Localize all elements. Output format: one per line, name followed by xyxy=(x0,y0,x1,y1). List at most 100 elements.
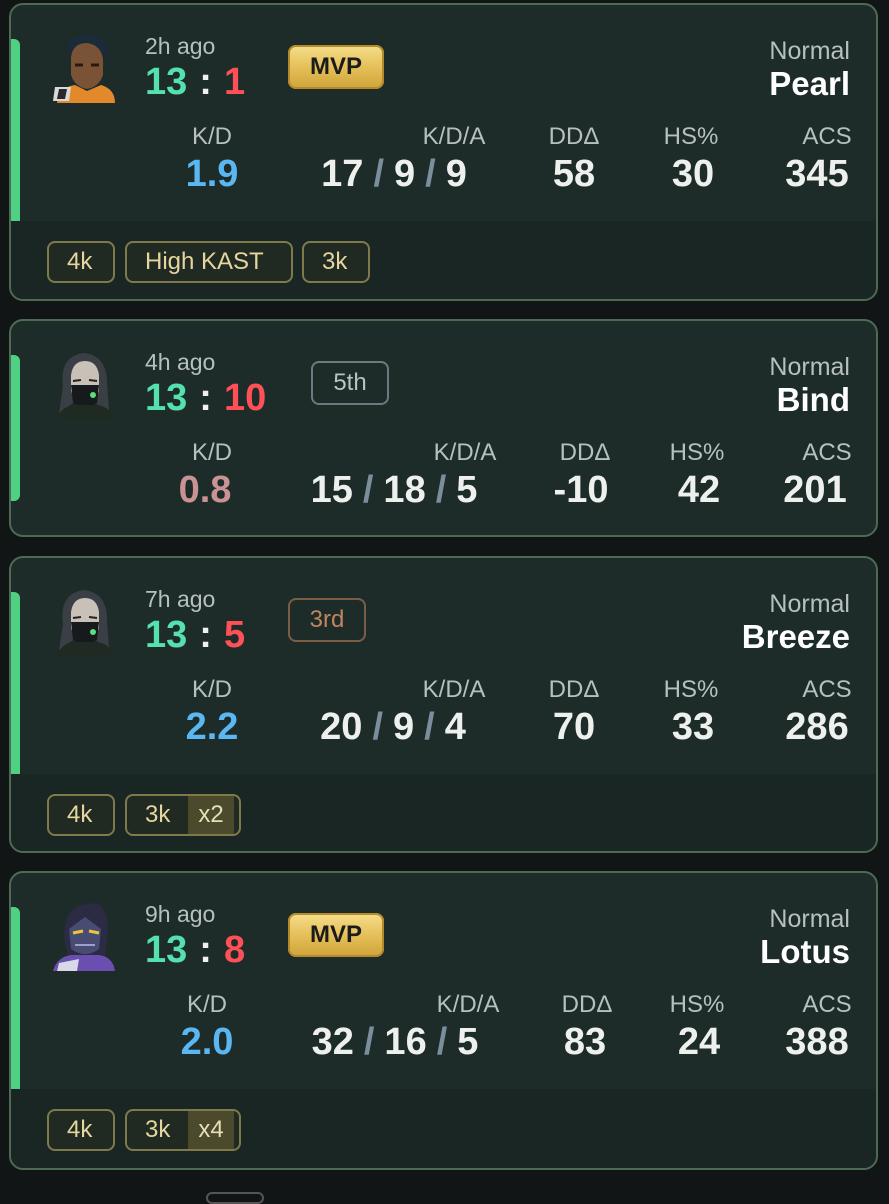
match-card[interactable]: 4h ago 13:10 5th Normal Bind K/D K/D/A D… xyxy=(9,319,878,537)
agent-portrait-icon xyxy=(57,590,113,656)
score-separator: : xyxy=(199,61,212,103)
acs-value: 345 xyxy=(785,153,849,195)
agent-avatar xyxy=(49,347,119,419)
tag-badge: 4k xyxy=(47,794,115,836)
match-time-ago: 4h ago xyxy=(145,349,216,375)
map-name: Bind xyxy=(776,381,850,418)
score-team: 13 xyxy=(145,614,188,656)
hs-label: HS% xyxy=(663,676,719,703)
tag-label: 4k xyxy=(67,248,93,275)
match-time-ago: 2h ago xyxy=(145,33,216,59)
kills: 32 xyxy=(311,1021,354,1063)
kd-label: K/D xyxy=(191,676,233,703)
tag-label: 4k xyxy=(67,1116,93,1143)
dd-label: DDΔ xyxy=(548,676,600,703)
hs-label: HS% xyxy=(669,991,725,1018)
tag-badge: 4k xyxy=(47,241,115,283)
map-name: Pearl xyxy=(769,65,850,102)
score-separator: : xyxy=(199,929,212,971)
kd-label: K/D xyxy=(191,439,233,466)
deaths: 9 xyxy=(393,706,415,748)
hs-label: HS% xyxy=(669,439,725,466)
match-score: 13:1 xyxy=(145,61,245,104)
acs-value: 201 xyxy=(783,469,847,511)
dd-value: 58 xyxy=(552,153,596,195)
kd-label: K/D xyxy=(186,991,228,1018)
kda-value: 15/18/5 xyxy=(310,469,478,511)
kd-value: 0.8 xyxy=(178,469,232,511)
game-mode: Normal xyxy=(769,590,850,618)
tag-bar: 4k 3k x4 xyxy=(11,1089,876,1168)
agent-avatar xyxy=(49,31,119,103)
kd-value: 2.0 xyxy=(180,1021,234,1063)
placement-badge: 5th xyxy=(311,361,389,405)
tag-badge: 3k xyxy=(302,241,370,283)
kills: 17 xyxy=(321,153,364,195)
kda-value: 17/9/9 xyxy=(321,153,467,195)
agent-portrait-icon xyxy=(57,353,113,419)
kda-value: 20/9/4 xyxy=(320,706,466,748)
win-indicator-bar xyxy=(11,355,20,501)
hs-value: 24 xyxy=(677,1021,721,1063)
deaths: 9 xyxy=(394,153,416,195)
match-score: 13:5 xyxy=(145,614,245,657)
tag-badge: 3k x4 xyxy=(125,1109,241,1151)
next-card-edge xyxy=(206,1192,264,1204)
match-card[interactable]: 9h ago 13:8 MVP Normal Lotus K/D K/D/A D… xyxy=(9,871,878,1170)
score-team: 13 xyxy=(145,377,188,419)
kda-label: K/D/A xyxy=(433,439,497,466)
map-name: Lotus xyxy=(760,933,850,970)
hs-value: 33 xyxy=(671,706,715,748)
dd-label: DDΔ xyxy=(559,439,611,466)
game-mode: Normal xyxy=(769,353,850,381)
acs-value: 388 xyxy=(785,1021,849,1063)
kda-label: K/D/A xyxy=(422,123,486,150)
kd-value: 1.9 xyxy=(185,153,239,195)
score-team: 13 xyxy=(145,929,188,971)
tag-badge: 4k xyxy=(47,1109,115,1151)
match-score: 13:8 xyxy=(145,929,245,972)
assists: 5 xyxy=(456,469,478,511)
dd-label: DDΔ xyxy=(548,123,600,150)
hs-label: HS% xyxy=(663,123,719,150)
hs-value: 42 xyxy=(677,469,721,511)
agent-avatar xyxy=(49,584,119,656)
score-enemy: 10 xyxy=(223,377,267,419)
mvp-badge: MVP xyxy=(288,45,384,89)
kda-label: K/D/A xyxy=(422,676,486,703)
tag-multiplier: x4 xyxy=(188,1111,234,1149)
kd-value: 2.2 xyxy=(185,706,239,748)
match-time-ago: 9h ago xyxy=(145,901,216,927)
mvp-badge: MVP xyxy=(288,913,384,957)
dd-label: DDΔ xyxy=(561,991,613,1018)
score-separator: : xyxy=(199,614,212,656)
deaths: 18 xyxy=(383,469,426,511)
tag-label: 3k xyxy=(322,248,348,275)
score-enemy: 8 xyxy=(223,929,246,971)
tag-badge: High KAST xyxy=(125,241,293,283)
acs-label: ACS xyxy=(802,676,852,703)
tag-label: 3k xyxy=(145,1116,171,1143)
assists: 5 xyxy=(457,1021,479,1063)
kills: 15 xyxy=(310,469,353,511)
dd-value: 83 xyxy=(563,1021,607,1063)
tag-multiplier: x2 xyxy=(188,796,234,834)
acs-label: ACS xyxy=(802,991,852,1018)
dd-value: -10 xyxy=(553,469,609,511)
score-separator: : xyxy=(199,377,212,419)
acs-label: ACS xyxy=(802,123,852,150)
match-score: 13:10 xyxy=(145,377,266,420)
game-mode: Normal xyxy=(769,37,850,65)
match-card[interactable]: 7h ago 13:5 3rd Normal Breeze K/D K/D/A … xyxy=(9,556,878,853)
tag-bar: 4k 3k x2 xyxy=(11,774,876,851)
agent-portrait-icon xyxy=(53,34,115,103)
match-card[interactable]: 2h ago 13:1 MVP Normal Pearl K/D K/D/A D… xyxy=(9,3,878,301)
tag-label: 4k xyxy=(67,801,93,828)
dd-value: 70 xyxy=(552,706,596,748)
kills: 20 xyxy=(320,706,363,748)
kda-label: K/D/A xyxy=(436,991,500,1018)
tag-badge: 3k x2 xyxy=(125,794,241,836)
acs-value: 286 xyxy=(785,706,849,748)
placement-badge: 3rd xyxy=(288,598,366,642)
score-team: 13 xyxy=(145,61,188,103)
